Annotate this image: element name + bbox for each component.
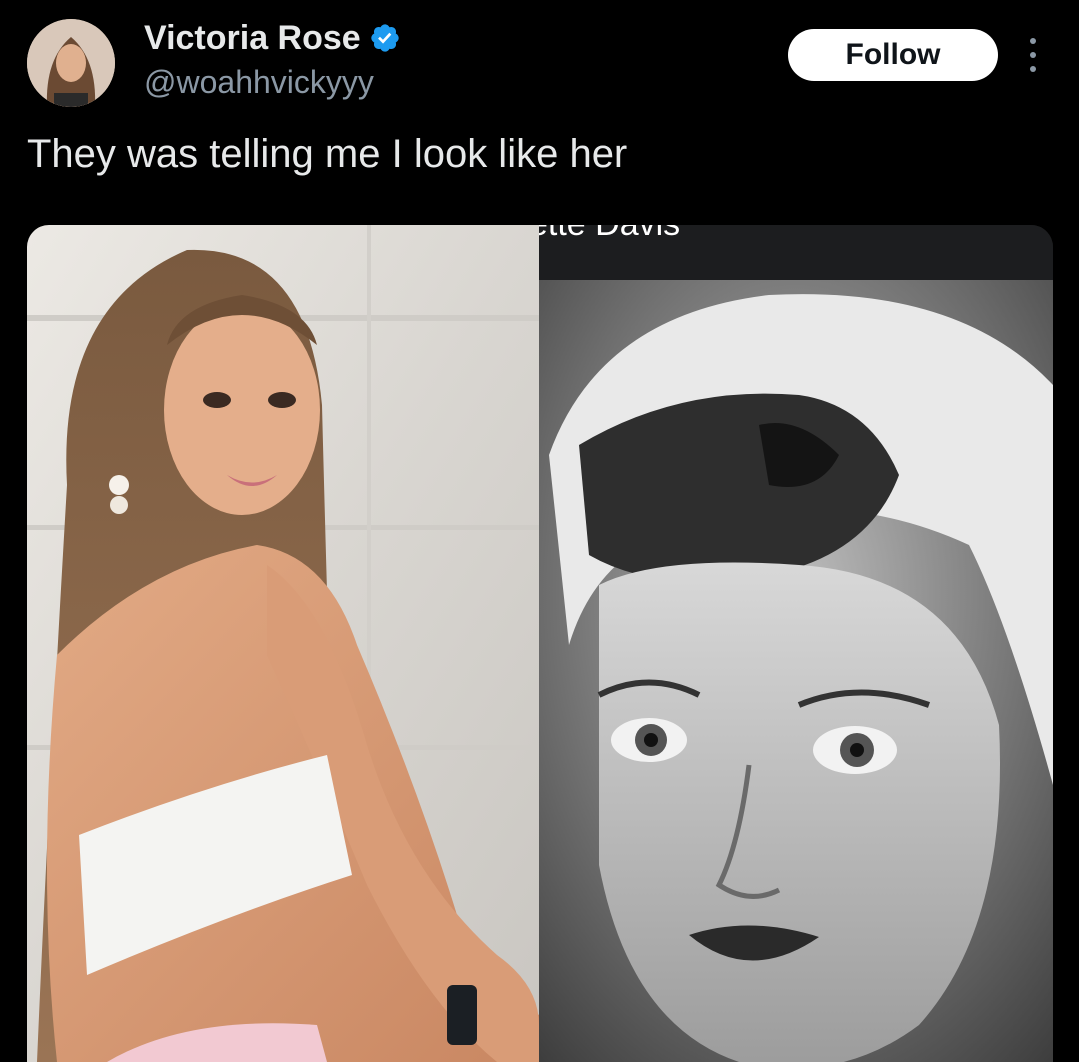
author-name-text[interactable]: Victoria Rose bbox=[144, 19, 361, 58]
more-options-icon[interactable] bbox=[1021, 38, 1045, 72]
tweet-media[interactable]: ette Davis bbox=[27, 225, 1053, 1062]
media-photo-left[interactable] bbox=[27, 225, 539, 1062]
follow-button[interactable]: Follow bbox=[788, 29, 998, 81]
more-dot bbox=[1030, 66, 1036, 72]
media-caption-strip: ette Davis bbox=[539, 225, 1053, 280]
media-caption-text: ette Davis bbox=[539, 225, 680, 244]
tweet: Victoria Rose @woahhvickyyy Follow They … bbox=[0, 0, 1079, 1062]
more-dot bbox=[1030, 38, 1036, 44]
verified-badge-icon bbox=[371, 24, 399, 52]
media-photo-right[interactable]: ette Davis bbox=[539, 225, 1053, 1062]
author-handle[interactable]: @woahhvickyyy bbox=[144, 64, 374, 101]
author-name[interactable]: Victoria Rose bbox=[144, 16, 401, 60]
tweet-text: They was telling me I look like her bbox=[27, 132, 628, 176]
more-dot bbox=[1030, 52, 1036, 58]
bw-photo-image bbox=[539, 280, 1053, 1062]
color-photo-image bbox=[27, 225, 539, 1062]
avatar-image bbox=[27, 19, 115, 107]
author-avatar[interactable] bbox=[27, 19, 115, 107]
